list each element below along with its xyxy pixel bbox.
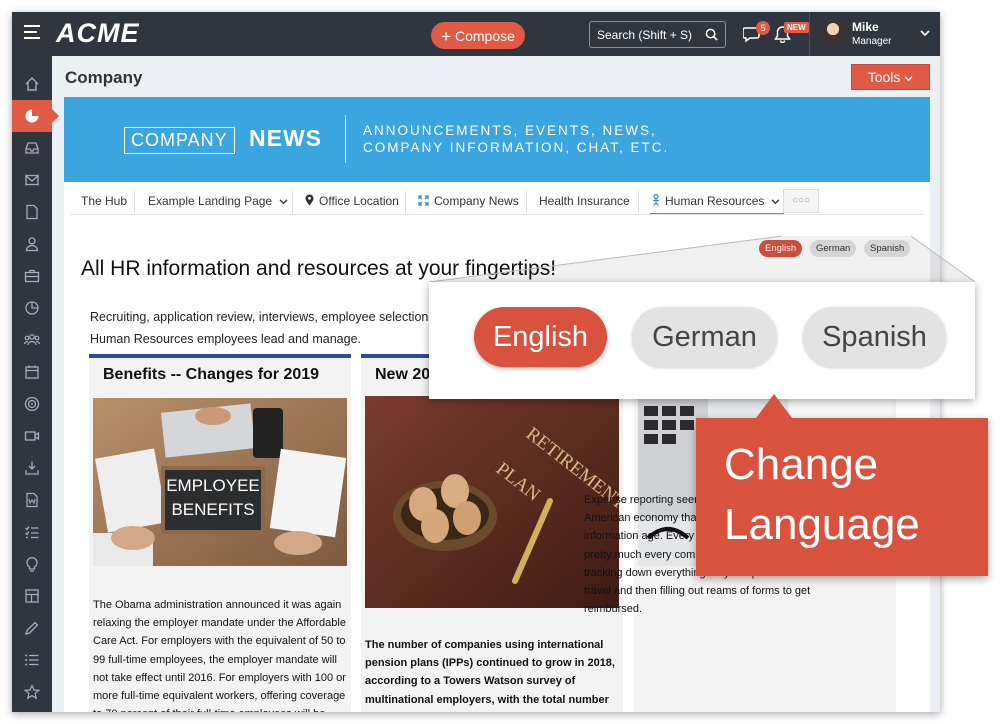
language-zoom-box: English German Spanish xyxy=(429,282,975,399)
language-english-button-large[interactable]: English xyxy=(474,307,607,367)
callout-text: Change xyxy=(724,440,879,489)
callout-text: Language xyxy=(724,500,920,549)
change-language-callout: Change Language xyxy=(696,394,988,576)
language-spanish-button-large[interactable]: Spanish xyxy=(803,307,946,367)
language-german-button-large[interactable]: German xyxy=(632,307,777,367)
